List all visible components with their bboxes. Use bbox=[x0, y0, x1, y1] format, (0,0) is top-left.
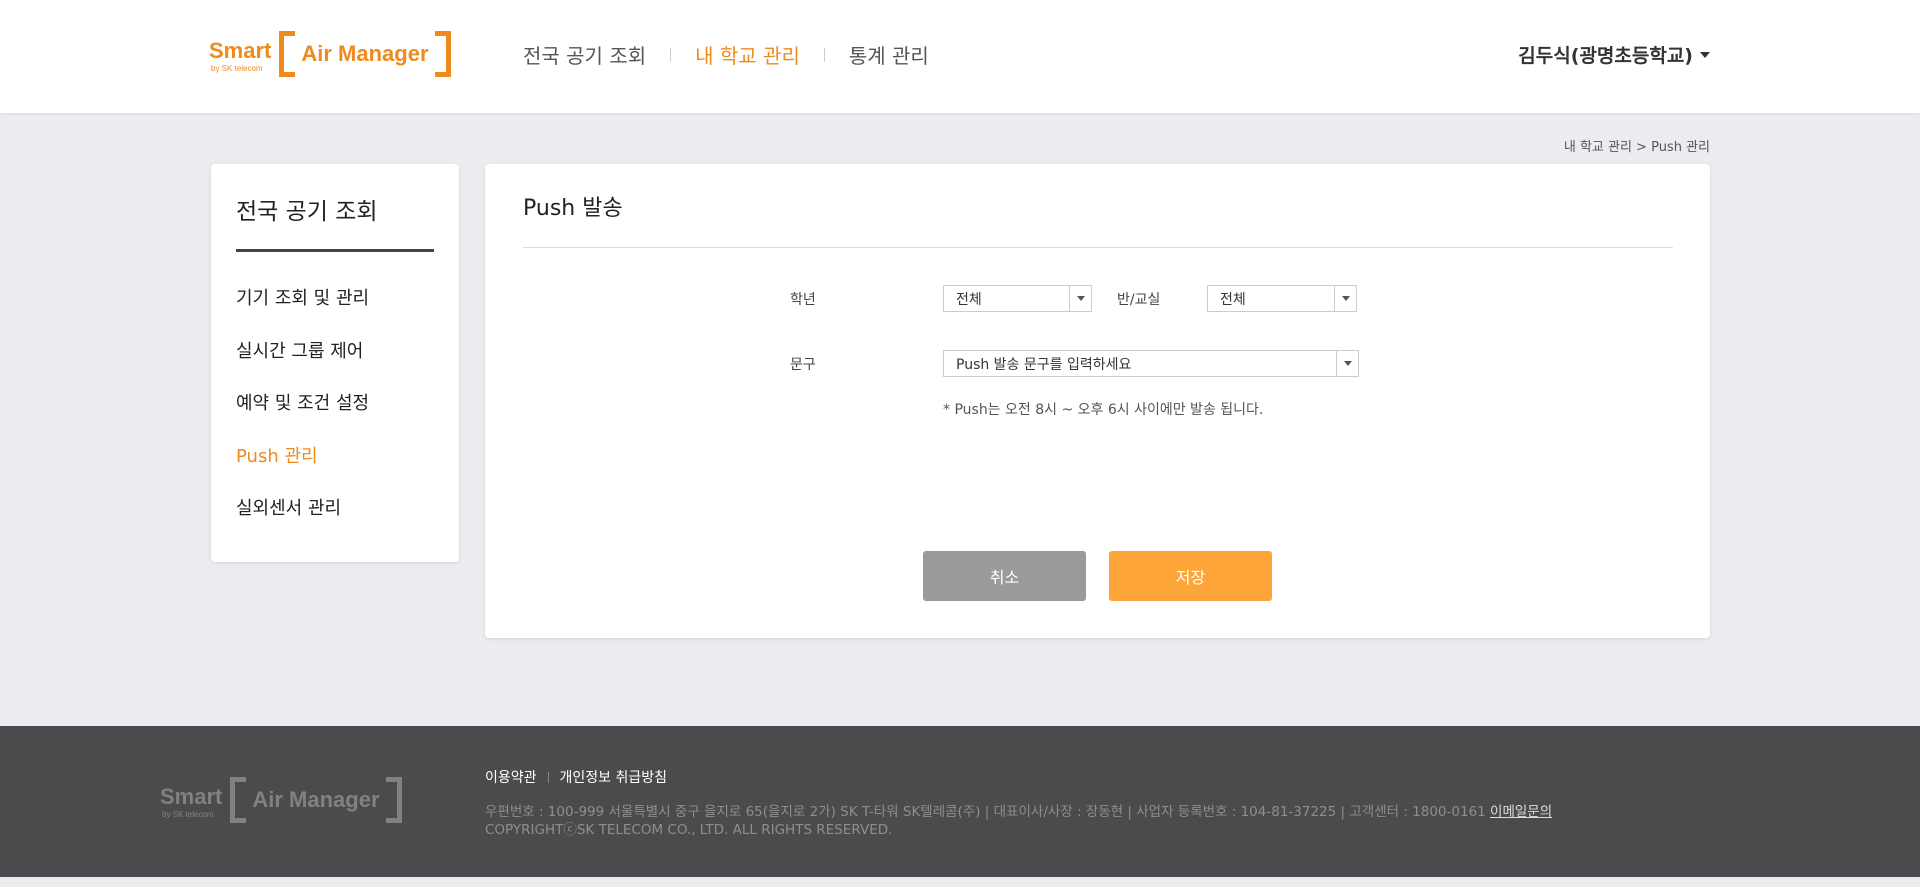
nav-my-school[interactable]: 내 학교 관리 bbox=[695, 40, 800, 69]
footer-copyright: COPYRIGHTⓒSK TELECOM CO., LTD. ALL RIGHT… bbox=[485, 822, 893, 838]
smart-air-manager-logo[interactable]: Smart by SK telecom Air Manager bbox=[209, 30, 451, 78]
caret-down-icon bbox=[1700, 51, 1710, 58]
sidebar-item-push[interactable]: Push 관리 bbox=[236, 442, 369, 495]
phrase-label: 문구 bbox=[790, 357, 816, 373]
footer-link-divider bbox=[547, 771, 549, 783]
save-button[interactable]: 저장 bbox=[1109, 551, 1272, 601]
footer-address: 우편번호 : 100-999 서울특별시 중구 을지로 65(을지로 2가) S… bbox=[485, 804, 1486, 820]
sidebar-item-outdoor-sensor[interactable]: 실외센서 관리 bbox=[236, 494, 369, 547]
logo-air-manager-text: Air Manager bbox=[301, 41, 429, 66]
user-menu[interactable]: 김두식(광명초등학교) bbox=[1518, 41, 1710, 68]
footer-links: 이용약관 개인정보 취급방침 bbox=[485, 767, 667, 787]
class-select-value: 전체 bbox=[1220, 291, 1246, 308]
nav-divider bbox=[670, 47, 672, 62]
sidebar-item-device-management[interactable]: 기기 조회 및 관리 bbox=[236, 284, 369, 337]
logo-right-bracket bbox=[434, 31, 451, 77]
chevron-down-icon bbox=[1069, 286, 1091, 311]
push-panel: Push 발송 학년 전체 반/교실 전체 문구 Push 발송 문구를 입력하… bbox=[485, 164, 1710, 638]
nav-statistics[interactable]: 통계 관리 bbox=[849, 40, 929, 69]
footer-logo: Smart by SK telecom Air Manager bbox=[160, 776, 402, 824]
sidebar-item-reservation[interactable]: 예약 및 조건 설정 bbox=[236, 389, 369, 442]
class-select[interactable]: 전체 bbox=[1207, 285, 1357, 312]
chevron-down-icon bbox=[1336, 351, 1358, 376]
chevron-down-icon bbox=[1334, 286, 1356, 311]
footer-logo-right-bracket bbox=[385, 777, 402, 823]
logo-smart-text: Smart bbox=[209, 38, 272, 63]
class-label: 반/교실 bbox=[1117, 292, 1161, 308]
footer-logo-air-manager-text: Air Manager bbox=[252, 787, 380, 812]
push-time-note: * Push는 오전 8시 ~ 오후 6시 사이에만 발송 됩니다. bbox=[943, 402, 1264, 418]
nav-divider bbox=[823, 47, 825, 62]
privacy-policy-link[interactable]: 개인정보 취급방침 bbox=[560, 767, 668, 787]
phrase-select[interactable]: Push 발송 문구를 입력하세요 bbox=[943, 350, 1359, 377]
grade-label: 학년 bbox=[790, 292, 816, 308]
user-name: 김두식(광명초등학교) bbox=[1518, 45, 1693, 67]
sidebar-item-group-control[interactable]: 실시간 그룹 제어 bbox=[236, 337, 369, 390]
page-bottom-strip bbox=[0, 877, 1920, 887]
grade-select-value: 전체 bbox=[956, 291, 982, 308]
grade-select[interactable]: 전체 bbox=[943, 285, 1092, 312]
phrase-select-value: Push 발송 문구를 입력하세요 bbox=[956, 356, 1132, 373]
logo-left-bracket bbox=[279, 31, 296, 77]
sidebar-menu: 기기 조회 및 관리 실시간 그룹 제어 예약 및 조건 설정 Push 관리 … bbox=[236, 284, 369, 547]
logo-by-sk-telecom: by SK telecom bbox=[211, 64, 263, 73]
nav-national-air[interactable]: 전국 공기 조회 bbox=[523, 40, 646, 69]
footer-logo-left-bracket bbox=[230, 777, 247, 823]
page-title: Push 발송 bbox=[523, 196, 623, 221]
cancel-button[interactable]: 취소 bbox=[923, 551, 1086, 601]
footer-logo-by-sk-telecom: by SK telecom bbox=[162, 810, 214, 819]
sidebar: 전국 공기 조회 기기 조회 및 관리 실시간 그룹 제어 예약 및 조건 설정… bbox=[211, 164, 459, 562]
footer: Smart by SK telecom Air Manager 이용약관 개인정… bbox=[0, 726, 1920, 877]
main-nav: 전국 공기 조회 내 학교 관리 통계 관리 bbox=[523, 40, 929, 69]
breadcrumb: 내 학교 관리 > Push 관리 bbox=[1563, 140, 1710, 155]
sidebar-title: 전국 공기 조회 bbox=[236, 199, 378, 225]
sidebar-divider bbox=[236, 249, 434, 252]
footer-logo-smart-text: Smart bbox=[160, 784, 223, 809]
footer-company-info: 우편번호 : 100-999 서울특별시 중구 을지로 65(을지로 2가) S… bbox=[485, 803, 1552, 839]
top-header: Smart by SK telecom Air Manager 전국 공기 조회… bbox=[0, 0, 1920, 113]
terms-link[interactable]: 이용약관 bbox=[485, 767, 537, 787]
title-divider bbox=[523, 247, 1673, 248]
email-inquiry-link[interactable]: 이메일문의 bbox=[1490, 804, 1552, 820]
